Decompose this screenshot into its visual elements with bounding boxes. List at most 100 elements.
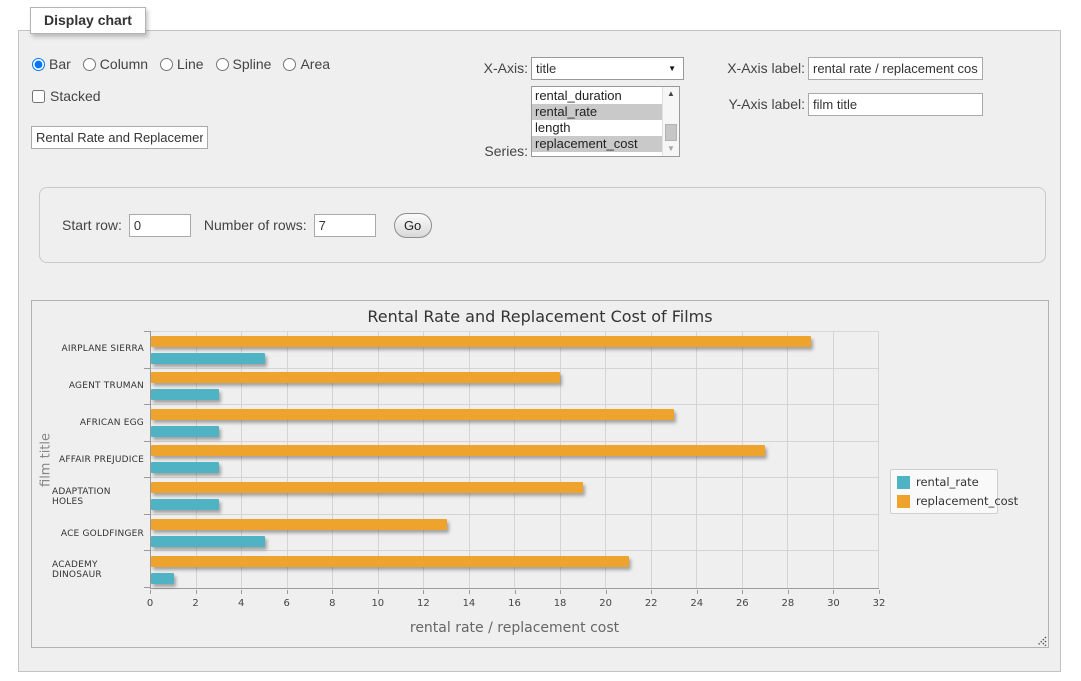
- y-tick: [144, 331, 151, 332]
- series-listbox[interactable]: rental_durationrental_ratelengthreplacem…: [531, 86, 680, 157]
- chart-legend: rental_rate replacement_cost: [890, 469, 998, 514]
- x-tick: [560, 590, 561, 594]
- bar-rental_rate[interactable]: [151, 462, 219, 473]
- radio-spline[interactable]: [216, 58, 229, 71]
- bar-rental_rate[interactable]: [151, 573, 174, 584]
- radio-column[interactable]: [83, 58, 96, 71]
- x-tick: [150, 590, 151, 594]
- chart-type-option-column[interactable]: Column: [83, 56, 148, 72]
- start-row-label: Start row:: [62, 217, 122, 233]
- num-rows-input[interactable]: [314, 214, 376, 237]
- bar-rental_rate[interactable]: [151, 536, 265, 547]
- y-axis-label-input[interactable]: [808, 93, 983, 116]
- x-tick-label: 22: [645, 598, 658, 609]
- radio-area[interactable]: [283, 58, 296, 71]
- bar-row: [151, 515, 879, 552]
- bar-row: [151, 442, 879, 479]
- bar-replacement_cost[interactable]: [151, 409, 674, 420]
- resize-handle-icon[interactable]: [1034, 633, 1047, 646]
- radio-label: Bar: [49, 56, 71, 72]
- x-tick-label: 10: [371, 598, 384, 609]
- bar-replacement_cost[interactable]: [151, 372, 560, 383]
- num-rows-label: Number of rows:: [204, 217, 307, 233]
- bar-rental_rate[interactable]: [151, 426, 219, 437]
- bar-row: [151, 478, 879, 515]
- x-axis-label-caption: X-Axis label:: [709, 60, 805, 76]
- x-tick: [742, 590, 743, 594]
- bar-row: [151, 405, 879, 442]
- category-label: AFFAIR PREJUDICE: [52, 442, 144, 479]
- stacked-checkbox[interactable]: [32, 90, 45, 103]
- x-tick: [423, 590, 424, 594]
- x-tick: [515, 590, 516, 594]
- legend-item-rental_rate[interactable]: rental_rate: [897, 475, 991, 489]
- bar-rental_rate[interactable]: [151, 499, 219, 510]
- x-axis-selected-value: title: [536, 61, 556, 76]
- scrollbar-thumb[interactable]: [665, 124, 677, 141]
- x-tick: [241, 590, 242, 594]
- x-tick-label: 16: [508, 598, 521, 609]
- stacked-row[interactable]: Stacked: [32, 88, 101, 104]
- y-axis-label-caption: Y-Axis label:: [709, 96, 805, 112]
- x-tick-label: 28: [782, 598, 795, 609]
- series-option-rental_duration[interactable]: rental_duration: [532, 88, 662, 104]
- series-option-length[interactable]: length: [532, 120, 662, 136]
- x-axis-select[interactable]: title ▼: [531, 57, 684, 80]
- chart-title-input[interactable]: [31, 126, 208, 149]
- y-tick: [144, 441, 151, 442]
- chart-title: Rental Rate and Replacement Cost of Film…: [32, 307, 1048, 326]
- chart-type-option-line[interactable]: Line: [160, 56, 203, 72]
- radio-label: Column: [100, 56, 148, 72]
- x-tick-label: 30: [827, 598, 840, 609]
- x-axis-label-input[interactable]: [808, 57, 983, 80]
- bar-replacement_cost[interactable]: [151, 556, 629, 567]
- radio-bar[interactable]: [32, 58, 45, 71]
- radio-line[interactable]: [160, 58, 173, 71]
- y-tick: [144, 550, 151, 551]
- bar-rental_rate[interactable]: [151, 353, 265, 364]
- bars-layer: [151, 332, 879, 588]
- legend-swatch-icon: [897, 495, 910, 508]
- x-tick: [378, 590, 379, 594]
- scroll-up-icon[interactable]: ▲: [663, 87, 679, 101]
- series-options: rental_durationrental_ratelengthreplacem…: [532, 88, 662, 152]
- bar-replacement_cost[interactable]: [151, 445, 765, 456]
- plot-area: [150, 331, 879, 589]
- series-option-replacement_cost[interactable]: replacement_cost: [532, 136, 662, 152]
- radio-label: Area: [300, 56, 330, 72]
- x-tick: [879, 590, 880, 594]
- page: Display chart Bar Column Line Spline Area St…: [0, 0, 1081, 681]
- legend-item-replacement_cost[interactable]: replacement_cost: [897, 494, 991, 508]
- chart-type-option-bar[interactable]: Bar: [32, 56, 71, 72]
- scroll-down-icon[interactable]: ▼: [663, 142, 679, 156]
- y-tick: [144, 368, 151, 369]
- start-row-input[interactable]: [129, 214, 191, 237]
- radio-label: Spline: [233, 56, 272, 72]
- radio-label: Line: [177, 56, 203, 72]
- bar-row: [151, 551, 879, 588]
- y-tick: [144, 477, 151, 478]
- x-tick-label: 26: [736, 598, 749, 609]
- series-option-rental_rate[interactable]: rental_rate: [532, 104, 662, 120]
- panel-title: Display chart: [30, 7, 146, 34]
- chart-container: Rental Rate and Replacement Cost of Film…: [31, 300, 1049, 648]
- bar-replacement_cost[interactable]: [151, 336, 811, 347]
- x-tick: [788, 590, 789, 594]
- listbox-scrollbar[interactable]: ▲ ▼: [662, 87, 679, 156]
- chart-type-option-spline[interactable]: Spline: [216, 56, 272, 72]
- x-tick-label: 6: [284, 598, 290, 609]
- bar-rental_rate[interactable]: [151, 389, 219, 400]
- stacked-label: Stacked: [50, 88, 101, 104]
- x-tick-label: 32: [873, 598, 886, 609]
- go-button[interactable]: Go: [394, 213, 432, 238]
- chart-type-option-area[interactable]: Area: [283, 56, 330, 72]
- bar-replacement_cost[interactable]: [151, 519, 447, 530]
- x-tick-label: 4: [238, 598, 244, 609]
- y-tick: [144, 587, 151, 588]
- x-tick: [332, 590, 333, 594]
- x-tick: [287, 590, 288, 594]
- bar-replacement_cost[interactable]: [151, 482, 583, 493]
- category-label: ACADEMY DINOSAUR: [52, 552, 144, 589]
- category-label: AGENT TRUMAN: [52, 368, 144, 405]
- y-tick: [144, 404, 151, 405]
